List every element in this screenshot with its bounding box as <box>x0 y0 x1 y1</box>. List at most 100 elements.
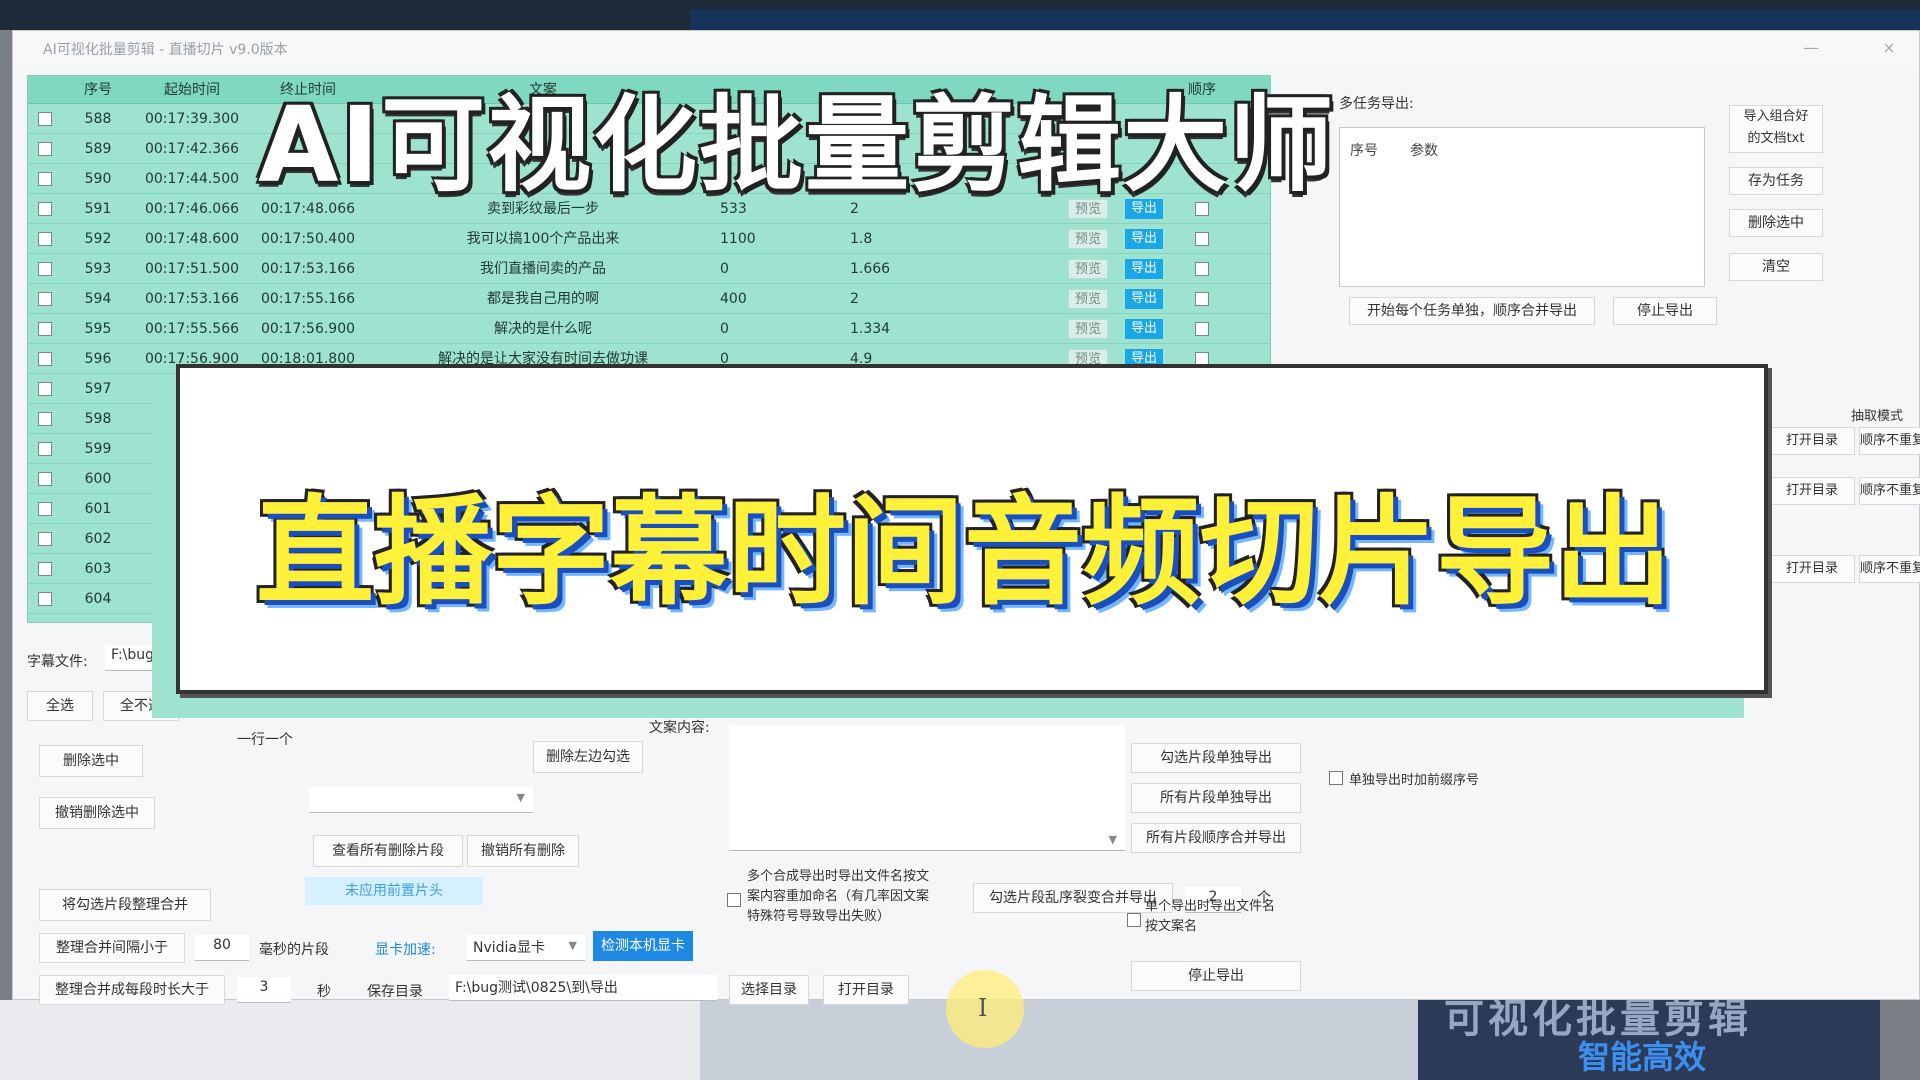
row-checkbox-cell[interactable] <box>28 254 62 284</box>
preview-button[interactable]: 预览 <box>1067 228 1108 249</box>
clip-list-select[interactable]: ▼ <box>309 787 533 813</box>
row-checkbox-cell[interactable] <box>28 584 62 614</box>
row-checkbox-cell[interactable] <box>28 314 62 344</box>
row-checkbox[interactable] <box>38 201 52 216</box>
gpu-select[interactable]: Nvidia显卡 ▼ <box>467 935 585 961</box>
extract-mode-label: 抽取模式 <box>1851 409 1904 424</box>
add-prefix-no-checkbox[interactable] <box>1329 771 1343 785</box>
row-checkbox-cell[interactable] <box>28 434 62 464</box>
delete-selected-button[interactable]: 删除选中 <box>39 745 143 777</box>
row-checkbox-cell[interactable] <box>28 104 62 134</box>
export-button[interactable]: 导出 <box>1124 258 1163 279</box>
row-checkbox[interactable] <box>38 291 52 306</box>
table-row[interactable]: 593 00:17:51.500 00:17:53.166 我们直播间卖的产品 0 1.6… <box>28 254 1270 284</box>
text-cursor-icon: I <box>978 994 988 1022</box>
delete-task-button[interactable]: 删除选中 <box>1729 209 1823 237</box>
undo-delete-selected-button[interactable]: 撤销删除选中 <box>39 797 155 829</box>
open-dir-button-1[interactable]: 打开目录 <box>1769 427 1855 455</box>
row-checkbox-cell[interactable] <box>28 344 62 374</box>
row-checkbox[interactable] <box>38 231 52 246</box>
merge-min-duration-button[interactable]: 整理合并成每段时长大于 <box>39 975 225 1005</box>
row-checkbox[interactable] <box>38 381 52 396</box>
row-checkbox-cell[interactable] <box>28 404 62 434</box>
merge-checked-button[interactable]: 将勾选片段整理合并 <box>39 889 211 921</box>
row-order-checkbox[interactable] <box>1195 231 1209 246</box>
export-button[interactable]: 导出 <box>1124 318 1163 339</box>
row-checkbox[interactable] <box>38 321 52 336</box>
row-checkbox[interactable] <box>38 351 52 366</box>
rename-by-content-checkbox[interactable] <box>727 893 741 907</box>
row-order-checkbox[interactable] <box>1195 321 1209 336</box>
choose-dir-button[interactable]: 选择目录 <box>729 975 809 1005</box>
save-task-button[interactable]: 存为任务 <box>1729 167 1823 195</box>
view-deleted-button[interactable]: 查看所有删除片段 <box>313 835 463 867</box>
multitask-list[interactable]: 序号 参数 <box>1339 127 1705 287</box>
table-row[interactable]: 595 00:17:55.566 00:17:56.900 解决的是什么呢 0 1.334… <box>28 314 1270 344</box>
row-checkbox[interactable] <box>38 531 52 546</box>
minimize-button[interactable]: — <box>1791 35 1831 61</box>
row-checkbox-cell[interactable] <box>28 284 62 314</box>
row-checkbox[interactable] <box>38 411 52 426</box>
row-checkbox-cell[interactable] <box>28 464 62 494</box>
merge-gap-button[interactable]: 整理合并间隔小于 <box>39 933 185 963</box>
start-multitask-export-button[interactable]: 开始每个任务单独，顺序合并导出 <box>1349 297 1595 325</box>
save-dir-input[interactable]: F:\bug测试\0825\到\导出 <box>449 975 717 1001</box>
table-row[interactable]: 594 00:17:53.166 00:17:55.166 都是我自己用的啊 400 2 预… <box>28 284 1270 314</box>
close-button[interactable]: × <box>1869 35 1909 61</box>
open-dir-button-3[interactable]: 打开目录 <box>1769 555 1855 583</box>
rename-note-line1: 多个合成导出时导出文件名按文 <box>747 869 930 884</box>
row-col-b: 2 <box>850 290 859 307</box>
row-checkbox[interactable] <box>38 171 52 186</box>
delete-left-checked-button[interactable]: 删除左边勾选 <box>533 741 643 773</box>
merge-gap-input[interactable]: 80 <box>195 935 249 961</box>
stop-multitask-export-button[interactable]: 停止导出 <box>1613 297 1717 325</box>
row-checkbox[interactable] <box>38 141 52 156</box>
order-no-repeat-3[interactable]: 顺序不重复 <box>1859 555 1920 583</box>
row-end: 00:17:53.166 <box>260 260 356 277</box>
export-checked-single-button[interactable]: 勾选片段单独导出 <box>1131 743 1301 773</box>
content-textarea[interactable]: ▼ <box>729 725 1125 851</box>
row-checkbox-cell[interactable] <box>28 374 62 404</box>
open-dir-button-2[interactable]: 打开目录 <box>1769 477 1855 505</box>
export-all-merge-button[interactable]: 所有片段顺序合并导出 <box>1131 823 1301 853</box>
row-checkbox[interactable] <box>38 471 52 486</box>
open-save-dir-button[interactable]: 打开目录 <box>823 975 909 1005</box>
row-checkbox-cell[interactable] <box>28 164 62 194</box>
detect-gpu-button[interactable]: 检测本机显卡 <box>593 931 693 961</box>
row-checkbox[interactable] <box>38 261 52 276</box>
unapplied-head-badge[interactable]: 未应用前置片头 <box>305 877 483 905</box>
single-name-line2: 按文案名 <box>1145 919 1198 934</box>
undo-all-deleted-button[interactable]: 撤销所有删除 <box>467 835 579 867</box>
row-checkbox-cell[interactable] <box>28 134 62 164</box>
row-order-checkbox[interactable] <box>1195 261 1209 276</box>
preview-button[interactable]: 预览 <box>1067 258 1108 279</box>
stop-export-button[interactable]: 停止导出 <box>1131 961 1301 991</box>
row-checkbox[interactable] <box>38 111 52 126</box>
single-name-by-content-checkbox[interactable] <box>1127 913 1141 927</box>
row-checkbox[interactable] <box>38 501 52 516</box>
row-checkbox-cell[interactable] <box>28 524 62 554</box>
export-all-single-button[interactable]: 所有片段单独导出 <box>1131 783 1301 813</box>
row-checkbox[interactable] <box>38 591 52 606</box>
row-checkbox[interactable] <box>38 441 52 456</box>
select-all-button[interactable]: 全选 <box>27 691 93 721</box>
merge-min-input[interactable]: 3 <box>237 977 291 1003</box>
export-button[interactable]: 导出 <box>1124 288 1163 309</box>
import-txt-button[interactable]: 导入组合好 的文档txt <box>1729 105 1823 153</box>
row-checkbox-cell[interactable] <box>28 554 62 584</box>
order-no-repeat-1[interactable]: 顺序不重复 <box>1859 427 1920 455</box>
preview-button[interactable]: 预览 <box>1067 318 1108 339</box>
row-order-checkbox[interactable] <box>1195 291 1209 306</box>
table-row[interactable]: 592 00:17:48.600 00:17:50.400 我可以搞100个产品出来 1… <box>28 224 1270 254</box>
row-checkbox-cell[interactable] <box>28 224 62 254</box>
import-txt-line2: 的文档txt <box>1747 131 1805 146</box>
order-no-repeat-2[interactable]: 顺序不重复 <box>1859 477 1920 505</box>
preview-button[interactable]: 预览 <box>1067 288 1108 309</box>
row-checkbox-cell[interactable] <box>28 194 62 224</box>
row-checkbox[interactable] <box>38 561 52 576</box>
row-no: 588 <box>84 110 112 127</box>
row-checkbox-cell[interactable] <box>28 494 62 524</box>
export-button[interactable]: 导出 <box>1124 228 1163 249</box>
clear-tasks-button[interactable]: 清空 <box>1729 253 1823 281</box>
random-merge-export-button[interactable]: 勾选片段乱序裂变合并导出 <box>973 883 1173 913</box>
